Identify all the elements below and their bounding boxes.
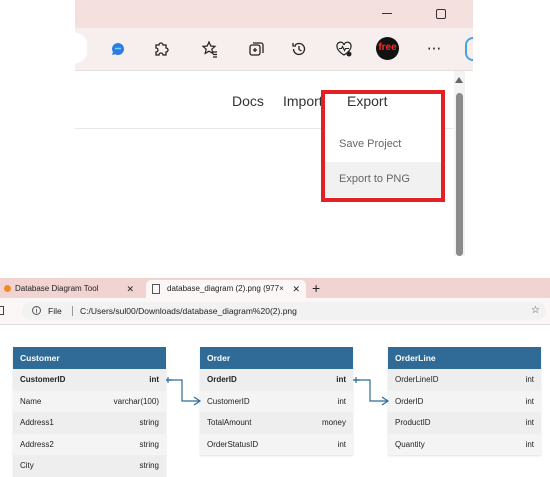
scroll-up-arrow-icon[interactable] [455,77,463,83]
history-icon[interactable] [287,37,311,61]
customer-order-connector [166,377,202,406]
relationship-connectors [166,377,390,406]
minimize-icon[interactable] [382,13,392,14]
tab-png-file[interactable]: database_diagram (2).png (977× ✕ [146,280,306,298]
highlight-box [321,90,445,202]
info-icon: i [32,306,41,315]
performance-icon[interactable] [332,37,356,61]
tab-title: database_diagram (2).png (977× [167,284,284,293]
scrollbar[interactable] [454,71,465,256]
nav-docs-link[interactable]: Docs [232,93,264,109]
more-icon[interactable]: ··· [422,37,446,61]
favorite-star-icon[interactable]: ☆ [531,302,540,320]
home-icon[interactable] [0,306,4,315]
tab-database-diagram-tool[interactable]: Database Diagram Tool ✕ [0,280,138,298]
free-badge-icon[interactable]: free [376,37,399,60]
address-bar: i File C:/Users/sul00/Downloads/database… [0,298,550,325]
nav-import-link[interactable]: Import [283,93,323,109]
top-screenshot: free ··· Docs Import Export Save Project… [75,0,473,256]
profile-icon-partial[interactable] [465,37,473,61]
restore-icon[interactable] [436,9,446,19]
collections-icon[interactable] [244,37,268,61]
copilot-icon[interactable] [106,37,130,61]
order-orderline-connector [353,377,390,406]
extensions-icon[interactable] [149,37,173,61]
tab-strip: Database Diagram Tool ✕ database_diagram… [0,278,550,298]
new-tab-button[interactable]: + [312,278,320,298]
favorites-icon[interactable] [198,37,222,61]
free-badge-label: free [378,42,397,53]
url-separator [72,306,73,316]
browser-toolbar: free ··· [75,28,473,71]
title-bar [75,0,473,28]
page-icon [152,283,160,294]
tab-title: Database Diagram Tool [15,284,99,293]
url-text: C:/Users/sul00/Downloads/database_diagra… [80,306,297,316]
scroll-thumb[interactable] [456,93,463,256]
tab-close-icon[interactable]: ✕ [292,280,300,298]
tab-close-icon[interactable]: ✕ [126,280,134,298]
url-input[interactable]: i File C:/Users/sul00/Downloads/database… [22,302,546,320]
file-label: File [48,306,62,316]
address-bar-edge [75,33,87,63]
app-favicon-icon [4,285,11,293]
